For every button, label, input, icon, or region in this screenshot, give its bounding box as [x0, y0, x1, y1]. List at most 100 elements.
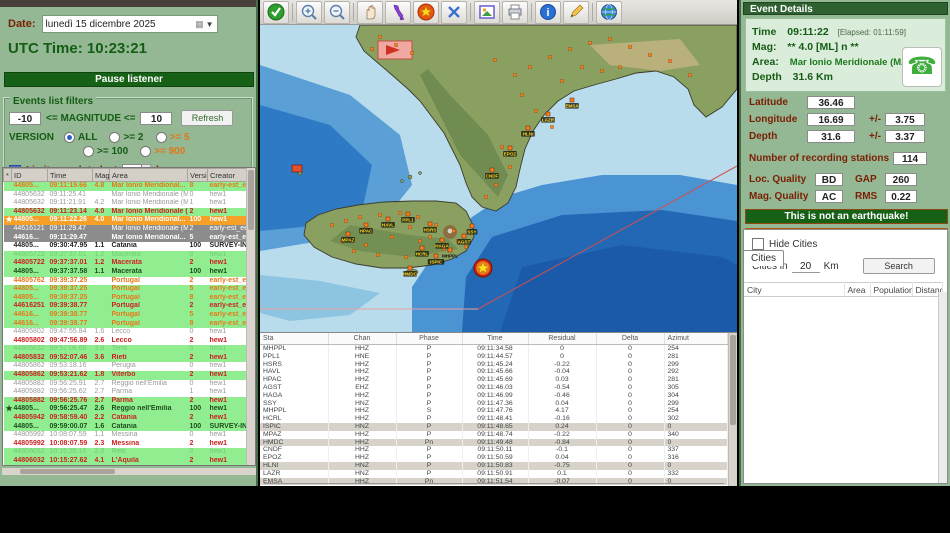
event-row[interactable]: 44805862 09:53:21.62 1.8 Viterbo 2 hew1	[3, 371, 250, 380]
col-chan[interactable]: Chan	[328, 333, 397, 345]
events-vertical-scrollbar[interactable]	[246, 168, 255, 465]
event-row[interactable]: 44805... 09:30:47.95 1.1 Catania 100 SURVEY-I…	[3, 242, 250, 251]
seismic-station-marker[interactable]	[489, 167, 495, 173]
seismic-station-marker[interactable]	[461, 233, 467, 239]
phase-row[interactable]: MHPPL HHZ P 09:11:34.58 0 0 254	[260, 344, 728, 353]
hide-cities-checkbox[interactable]	[752, 238, 764, 250]
phase-row[interactable]: ISPIC HNZ P 09:11:48.65 0.24 0 0	[260, 422, 728, 431]
seismic-station-marker[interactable]	[394, 43, 398, 47]
depth-field-value[interactable]: 31.6	[807, 130, 855, 143]
mag-quality-value[interactable]: AC	[815, 190, 843, 203]
seismic-station-marker[interactable]	[568, 47, 572, 51]
seismic-station-marker[interactable]	[418, 239, 422, 243]
seismic-station-marker[interactable]	[464, 245, 468, 249]
not-earthquake-button[interactable]: This is not an earthquake!	[745, 209, 948, 224]
loc-quality-value[interactable]: BD	[815, 173, 843, 186]
seismic-station-marker[interactable]	[416, 215, 420, 219]
event-row[interactable]: 44616121 09:11:29.47 Mar Ionio Meridionale…	[3, 224, 250, 234]
event-row[interactable]: 44805632 09:11:21.91 4.2 Mar Ionio Meridion…	[3, 199, 250, 208]
tab-cities[interactable]: Cities	[743, 250, 785, 266]
epicenter-marker[interactable]	[473, 258, 493, 278]
events-horizontal-scrollbar[interactable]	[2, 468, 256, 475]
event-row[interactable]: 44805992 10:08:07.59 2.3 Messina 2 hew1	[3, 439, 250, 449]
event-row[interactable]: 44805... 09:59:00.07 1.6 Catania 100 SURVEY-I…	[3, 422, 250, 432]
event-row[interactable]: 44806032 10:15:27.62 4.1 L'Aquila 2 hew1	[3, 457, 250, 465]
seismic-station-marker[interactable]	[628, 45, 632, 49]
event-row[interactable]: 44805... 09:11:19.66 4.8 Mar Ionio Meridion…	[3, 181, 250, 191]
event-row[interactable]: 44805802 09:47:56.89 2.6 Lecco 2 hew1	[3, 336, 250, 346]
close-tool-icon-button[interactable]	[441, 0, 467, 24]
phase-row[interactable]: HMDC HHZ Pn 09:11:49.48 -0.84 0 0	[260, 438, 728, 447]
confirm-icon-button[interactable]	[263, 0, 289, 24]
snapshot-icon-button[interactable]	[474, 0, 500, 24]
seismic-station-marker[interactable]	[608, 37, 612, 41]
seismic-station-marker[interactable]	[330, 223, 334, 227]
event-row[interactable]: 44805832 09:52:07.46 3.6 Rieti 2 hew1	[3, 353, 250, 363]
event-row[interactable]: 44805722 09:37:37.01 1.2 Macerata 0 hew1	[3, 250, 250, 260]
seismic-station-marker[interactable]	[688, 73, 692, 77]
seismic-station-marker[interactable]	[648, 53, 652, 57]
version-option-100[interactable]: >= 100	[83, 146, 128, 157]
phase-row[interactable]: EPOZ HHZ P 09:11:50.59 0.04 0 316	[260, 454, 728, 462]
event-row[interactable]: ★44805...09:11:22.264.0Mar Ionio Meridio…	[3, 216, 250, 225]
phase-row[interactable]: HSRS HHZ P 09:11:45.24 -0.22 0 299	[260, 360, 728, 369]
phase-row[interactable]: HAGA HHZ P 09:11:46.99 -0.46 0 304	[260, 391, 728, 400]
event-row[interactable]: 44805632 09:11:25.41 Mar Ionio Meridionale…	[3, 190, 250, 200]
rms-value[interactable]: 0.22	[885, 190, 917, 203]
phase-row[interactable]: HLNI HNZ P 09:11:50.83 -0.75 0 0	[260, 461, 728, 470]
event-row[interactable]: 44616... 09:11:29.47 Mar Ionio Meridional.…	[3, 233, 250, 243]
seismic-station-marker[interactable]	[405, 211, 411, 217]
scrollbar-thumb[interactable]	[730, 335, 736, 425]
draw-pencil-icon-button[interactable]	[563, 0, 589, 24]
seismic-station-marker[interactable]	[494, 183, 498, 187]
seismic-station-marker[interactable]	[390, 235, 394, 239]
info-icon-button[interactable]: i	[535, 0, 561, 24]
version-option-900[interactable]: >= 900	[140, 146, 185, 157]
seismic-station-marker[interactable]	[493, 58, 497, 62]
scrollbar-thumb[interactable]	[248, 170, 254, 230]
cities-search-button[interactable]: Search	[862, 258, 935, 274]
col-area[interactable]: Area	[844, 282, 871, 297]
event-row[interactable]: 44805832 09:52:08.68 3.8 Terni 0 hew1	[3, 345, 250, 354]
seismic-station-marker[interactable]	[618, 65, 622, 69]
col-azimut[interactable]: Azimut	[664, 333, 728, 345]
seismic-station-marker[interactable]	[668, 59, 672, 63]
phase-row[interactable]: HCRL HHZ P 09:11:48.41 -0.16 0 302	[260, 415, 728, 423]
seismic-station-marker[interactable]	[378, 35, 382, 39]
seismic-station-marker[interactable]	[550, 125, 554, 129]
latitude-value[interactable]: 36.46	[807, 96, 855, 109]
seismic-station-marker[interactable]	[385, 216, 391, 222]
seismic-station-marker[interactable]	[534, 109, 538, 113]
event-row[interactable]: 44805942 09:58:59.40 2.2 Catania 2 hew1	[3, 414, 250, 423]
seismic-station-marker[interactable]	[427, 221, 433, 227]
event-row[interactable]: 4480576209:39:37.25Portugal2early-est_ee…	[3, 276, 250, 286]
seismic-station-marker[interactable]	[525, 125, 531, 131]
stations-count-value[interactable]: 114	[893, 152, 928, 165]
col-mag[interactable]: Mag	[92, 168, 110, 182]
seismic-station-marker[interactable]	[580, 65, 584, 69]
seismic-station-marker[interactable]	[378, 213, 382, 217]
seismic-station-marker[interactable]	[528, 65, 532, 69]
date-picker[interactable]: lunedì 15 dicembre 2025 ▦ ▼	[41, 15, 218, 33]
seismic-station-marker[interactable]	[588, 41, 592, 45]
seismic-station-marker[interactable]	[407, 265, 413, 271]
seismic-station-marker[interactable]	[508, 165, 512, 169]
seismic-station-marker[interactable]	[364, 243, 368, 247]
seismic-station-marker[interactable]	[358, 215, 362, 219]
seismic-station-marker[interactable]	[507, 145, 513, 151]
seismic-station-marker[interactable]	[352, 249, 356, 253]
seismic-station-marker[interactable]	[433, 253, 439, 259]
seismic-station-marker[interactable]	[398, 211, 402, 215]
cities-vertical-scrollbar[interactable]	[938, 292, 947, 483]
phases-vertical-scrollbar[interactable]	[728, 333, 737, 486]
seismic-station-marker[interactable]	[363, 222, 369, 228]
seismic-station-marker[interactable]	[447, 247, 453, 253]
seismic-station-marker[interactable]	[545, 111, 551, 117]
magnitude-max-input[interactable]: 10	[140, 111, 173, 125]
italy-view-icon-button[interactable]	[385, 0, 411, 24]
phase-row[interactable]: AGST EHZ P 09:11:46.03 -0.54 0 305	[260, 383, 728, 392]
seismic-station-marker[interactable]	[376, 253, 380, 257]
seismic-station-marker[interactable]	[469, 223, 475, 229]
col-sta[interactable]: Sta	[260, 333, 329, 345]
col-id[interactable]: ID	[11, 168, 48, 182]
